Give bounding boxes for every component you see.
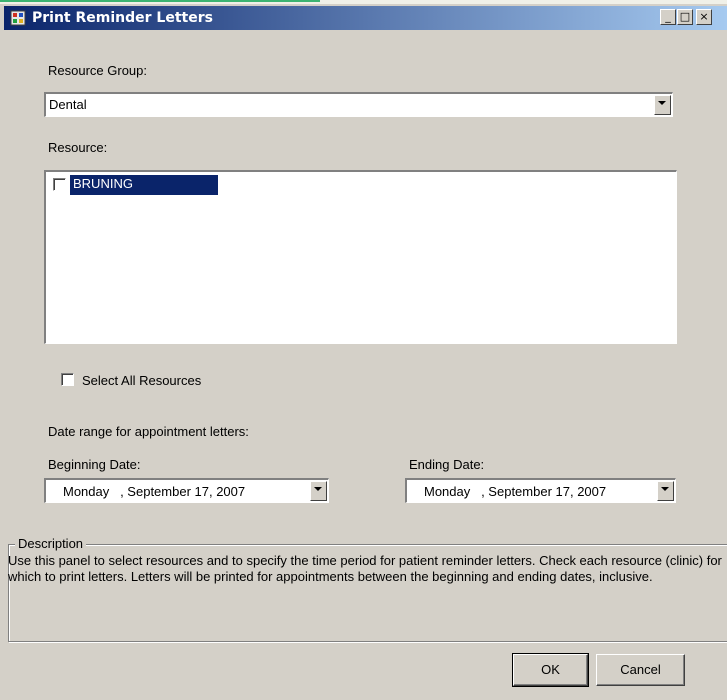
chevron-down-icon xyxy=(314,487,322,491)
minimize-button[interactable]: _ xyxy=(660,9,676,25)
ending-date-picker[interactable]: Monday , September 17, 2007 xyxy=(405,478,676,503)
ok-button-label: OK xyxy=(541,662,560,677)
cancel-button[interactable]: Cancel xyxy=(596,654,685,686)
chevron-down-icon xyxy=(661,487,669,491)
date-range-label: Date range for appointment letters: xyxy=(48,424,249,439)
select-all-label[interactable]: Select All Resources xyxy=(82,373,201,388)
title-bar[interactable]: Print Reminder Letters _ □ × xyxy=(4,6,727,30)
resource-item-bruning[interactable]: BRUNING xyxy=(70,175,218,195)
minimize-icon: _ xyxy=(665,10,671,23)
cancel-button-label: Cancel xyxy=(620,662,661,677)
description-legend: Description xyxy=(15,536,87,551)
beginning-date-dropdown-button[interactable] xyxy=(310,481,327,501)
maximize-button[interactable]: □ xyxy=(677,9,693,25)
resource-checkbox[interactable] xyxy=(53,178,66,191)
ending-date-label: Ending Date: xyxy=(409,457,485,472)
maximize-icon: □ xyxy=(679,10,691,23)
resource-group-dropdown-button[interactable] xyxy=(654,95,671,115)
beginning-date-value: Monday , September 17, 2007 xyxy=(63,484,246,499)
description-text: Use this panel to select resources and t… xyxy=(8,553,722,584)
resource-group-dropdown[interactable]: Dental xyxy=(44,92,673,117)
beginning-date-label: Beginning Date: xyxy=(48,457,141,472)
window-title: Print Reminder Letters xyxy=(32,10,213,26)
background-strip xyxy=(0,0,727,4)
chevron-down-icon xyxy=(658,101,666,105)
resource-checklist[interactable]: BRUNING xyxy=(44,170,677,344)
beginning-date-picker[interactable]: Monday , September 17, 2007 xyxy=(44,478,329,503)
resource-group-label: Resource Group: xyxy=(48,63,147,78)
resource-group-value: Dental xyxy=(49,97,87,112)
resource-label: Resource: xyxy=(48,140,108,155)
ending-date-value: Monday , September 17, 2007 xyxy=(424,484,607,499)
ending-date-dropdown-button[interactable] xyxy=(657,481,674,501)
close-icon: × xyxy=(699,10,709,23)
select-all-checkbox[interactable] xyxy=(61,373,74,386)
app-icon xyxy=(10,10,26,26)
close-button[interactable]: × xyxy=(696,9,712,25)
ok-button[interactable]: OK xyxy=(512,653,589,687)
resource-item-label: BRUNING xyxy=(73,176,133,191)
